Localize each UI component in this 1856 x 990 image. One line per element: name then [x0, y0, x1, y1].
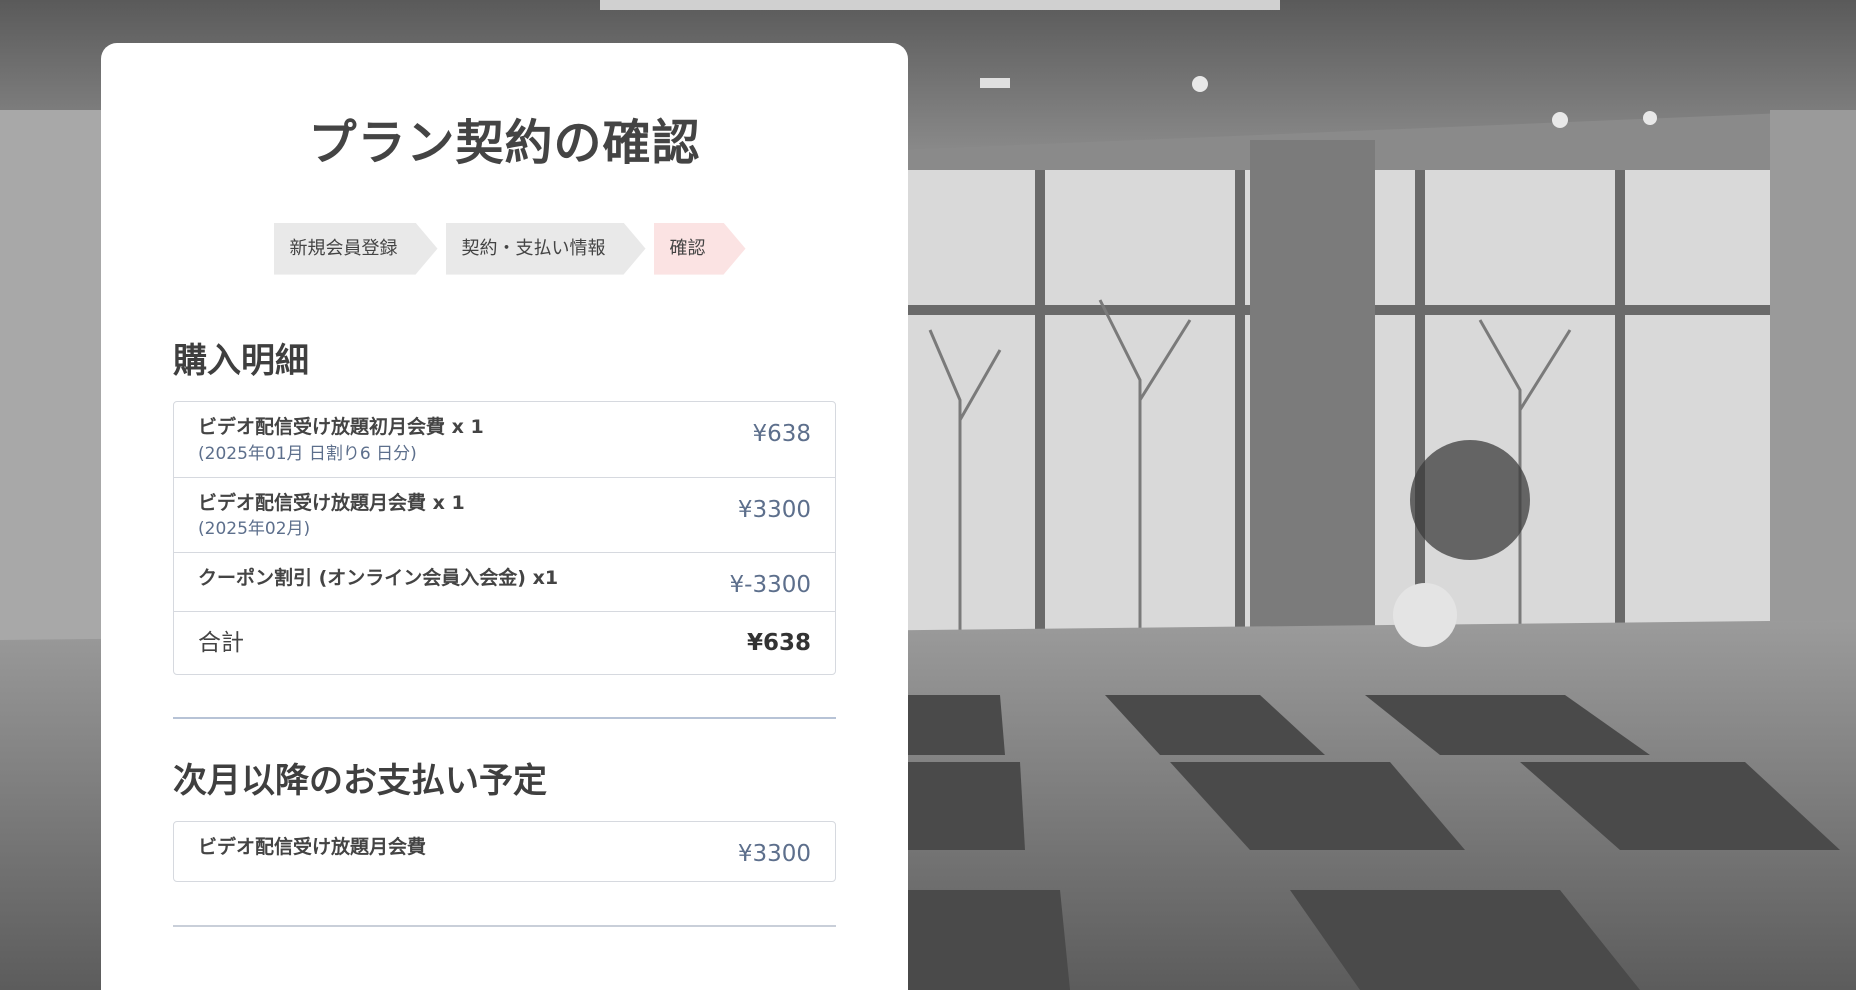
- step-indicator: 新規会員登録 契約・支払い情報 確認: [173, 223, 836, 275]
- item-price: ¥638: [752, 421, 811, 448]
- item-sublabel: (2025年02月): [198, 519, 311, 540]
- item-price: ¥3300: [737, 841, 811, 868]
- table-row: ビデオ配信受け放題月会費 x 1 (2025年02月) ¥3300: [174, 476, 835, 552]
- total-row: 合計 ¥638: [174, 611, 835, 673]
- item-label: ビデオ配信受け放題月会費 x 1: [198, 491, 465, 514]
- table-row: ビデオ配信受け放題初月会費 x 1 (2025年01月 日割り6 日分) ¥63…: [174, 402, 835, 476]
- section-divider: [173, 924, 836, 927]
- total-price: ¥638: [746, 630, 811, 657]
- confirmation-card: プラン契約の確認 新規会員登録 契約・支払い情報 確認 購入明細 ビデオ配信受け…: [101, 43, 908, 990]
- page-title: プラン契約の確認: [308, 115, 701, 171]
- item-label: クーポン割引 (オンライン会員入会金) x1: [198, 567, 559, 590]
- item-price: ¥-3300: [729, 572, 811, 599]
- table-row: ビデオ配信受け放題月会費 ¥3300: [174, 822, 835, 880]
- item-sublabel: (2025年01月 日割り6 日分): [198, 443, 417, 464]
- step-confirm: 確認: [654, 223, 746, 275]
- item-label: ビデオ配信受け放題初月会費 x 1: [198, 416, 484, 439]
- purchase-details-heading: 購入明細: [173, 340, 309, 381]
- future-payments-heading: 次月以降のお支払い予定: [173, 760, 547, 801]
- purchase-details-table: ビデオ配信受け放題初月会費 x 1 (2025年01月 日割り6 日分) ¥63…: [173, 401, 836, 675]
- table-row: クーポン割引 (オンライン会員入会金) x1 ¥-3300: [174, 552, 835, 611]
- future-payments-table: ビデオ配信受け放題月会費 ¥3300: [173, 821, 836, 882]
- item-label: ビデオ配信受け放題月会費: [198, 836, 427, 859]
- total-label: 合計: [198, 630, 244, 657]
- item-price: ¥3300: [737, 496, 811, 523]
- section-divider: [173, 716, 836, 719]
- step-contract-payment: 契約・支払い情報: [446, 223, 646, 275]
- step-registration: 新規会員登録: [274, 223, 438, 275]
